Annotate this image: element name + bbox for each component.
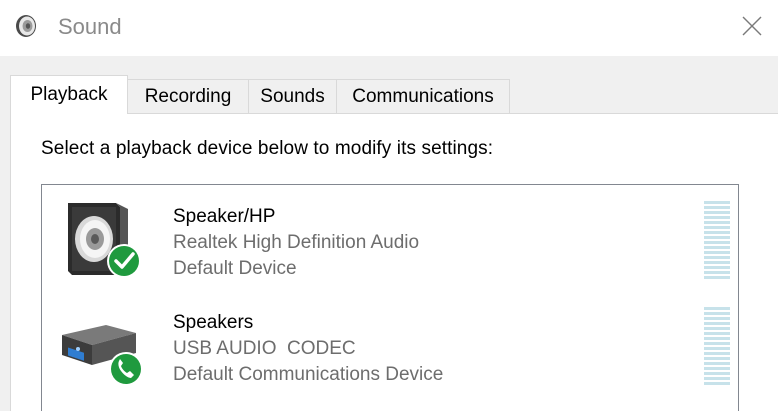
speaker-icon [68, 203, 141, 278]
close-icon [742, 16, 762, 36]
device-name: Speakers [173, 312, 254, 333]
tab-recording[interactable]: Recording [127, 79, 249, 113]
sound-dialog: Sound Playback Recording Sounds Communic… [0, 0, 778, 411]
speaker-icon [16, 15, 36, 37]
close-button[interactable] [730, 6, 774, 46]
device-list[interactable]: Speaker/HP Realtek High Definition Audio… [41, 184, 739, 411]
device-driver: USB AUDIO CODEC [173, 338, 356, 359]
volume-level-meter [704, 307, 730, 385]
phone-icon [109, 352, 143, 386]
instruction-text: Select a playback device below to modify… [41, 138, 494, 159]
checkmark-icon [107, 244, 141, 278]
usb-audio-device-icon [62, 325, 143, 386]
tab-sounds[interactable]: Sounds [248, 79, 337, 113]
tab-communications[interactable]: Communications [336, 79, 510, 113]
device-item-speakers[interactable]: Speakers USB AUDIO CODEC Default Communi… [42, 291, 738, 397]
window-title: Sound [58, 14, 122, 39]
dialog-body: Playback Recording Sounds Communications… [0, 56, 778, 411]
playback-panel: Select a playback device below to modify… [10, 113, 778, 411]
device-status: Default Communications Device [173, 364, 444, 385]
device-name: Speaker/HP [173, 206, 276, 227]
tab-playback[interactable]: Playback [10, 75, 128, 114]
device-driver: Realtek High Definition Audio [173, 232, 420, 253]
device-item-speaker-hp[interactable]: Speaker/HP Realtek High Definition Audio… [42, 185, 738, 291]
volume-level-meter [704, 201, 730, 279]
title-bar: Sound [0, 0, 778, 56]
device-status: Default Device [173, 258, 297, 279]
